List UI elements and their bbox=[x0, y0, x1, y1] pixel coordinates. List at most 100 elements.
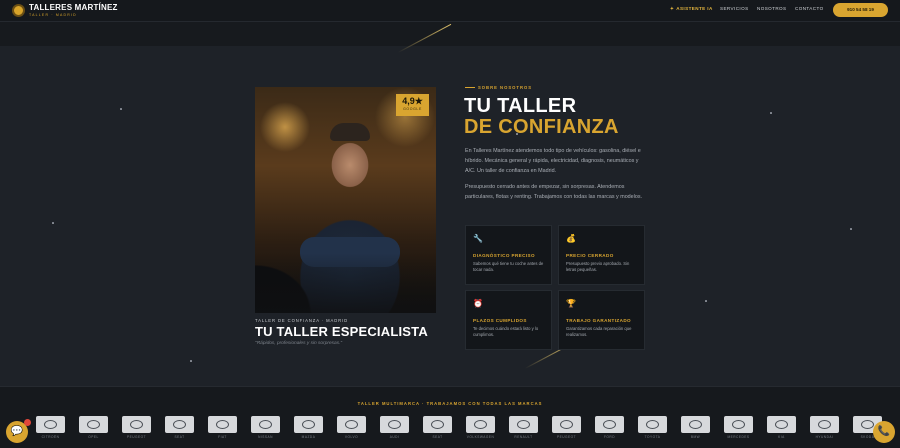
feature-title: PRECIO CERRADO bbox=[566, 253, 614, 258]
brand-logo bbox=[552, 416, 581, 433]
brand-name: SEAT bbox=[174, 435, 185, 439]
feature-card-precio: 💰 PRECIO CERRADO Presupuesto previo apro… bbox=[558, 225, 645, 285]
brand-logo bbox=[724, 416, 753, 433]
trophy-icon: 🏆 bbox=[566, 299, 576, 308]
brand-name: NISSAN bbox=[258, 435, 273, 439]
call-button[interactable]: 910 54 58 19 bbox=[833, 3, 888, 17]
brand-logo bbox=[380, 416, 409, 433]
brand-logo bbox=[681, 416, 710, 433]
brand-logo bbox=[466, 416, 495, 433]
brand-logo bbox=[767, 416, 796, 433]
brand-logo bbox=[810, 416, 839, 433]
brand-name: FORD bbox=[603, 435, 616, 439]
brand-name: TOYOTA bbox=[644, 435, 661, 439]
hero-title: TU TALLER ESPECIALISTA bbox=[255, 324, 428, 339]
brand-logo bbox=[122, 416, 151, 433]
about-title-line1: TU TALLER bbox=[464, 95, 577, 117]
star-dot bbox=[850, 228, 852, 230]
brand-emblem-icon bbox=[173, 420, 186, 429]
photo-overlay bbox=[255, 253, 436, 313]
brand-emblem-icon bbox=[302, 420, 315, 429]
brand-name: RENAULT bbox=[514, 435, 533, 439]
brand-emblem-icon bbox=[517, 420, 530, 429]
about-kicker: SOBRE NOSOTROS bbox=[465, 85, 532, 90]
brand-logo bbox=[638, 416, 667, 433]
notification-badge bbox=[24, 419, 31, 426]
feature-card-plazos: ⏰ PLAZOS CUMPLIDOS Te decimos cuándo est… bbox=[465, 290, 552, 350]
feature-text: Garantizamos cada reparación que realiza… bbox=[566, 326, 632, 338]
brand-logo bbox=[208, 416, 237, 433]
about-paragraph-2: Presupuesto cerrado antes de empezar, si… bbox=[465, 184, 643, 200]
brand-emblem-icon bbox=[603, 420, 616, 429]
brand-name: VOLVO bbox=[344, 435, 359, 439]
star-dot bbox=[52, 222, 54, 224]
brand-logo bbox=[251, 416, 280, 433]
header-band bbox=[0, 22, 900, 46]
phone-icon: 📞 bbox=[877, 426, 891, 437]
brand-emblem-icon bbox=[689, 420, 702, 429]
brand-emblem-icon bbox=[861, 420, 874, 429]
feature-title: PLAZOS CUMPLIDOS bbox=[473, 318, 527, 323]
brand-logo bbox=[509, 416, 538, 433]
chat-icon: 💬 bbox=[10, 426, 24, 437]
brand-name: SEAT bbox=[432, 435, 443, 439]
alarm-clock-icon: ⏰ bbox=[473, 299, 483, 308]
nav-asistente-label: ASISTENTE IA bbox=[676, 6, 713, 11]
feature-card-diagnostico: 🔧 DIAGNÓSTICO PRECISO Sabemos qué tiene … bbox=[465, 225, 552, 285]
brand-name: FIAT bbox=[218, 435, 227, 439]
brand-logo bbox=[595, 416, 624, 433]
brand-logo bbox=[36, 416, 65, 433]
about-paragraph-1: En Talleres Martínez atendemos todo tipo… bbox=[465, 148, 641, 174]
nav-contacto[interactable]: CONTACTO bbox=[795, 6, 824, 11]
brand-name: BMW bbox=[690, 435, 701, 439]
brand-name: MERCEDES bbox=[727, 435, 750, 439]
money-bag-icon: 💰 bbox=[566, 234, 576, 243]
mechanic-photo bbox=[255, 87, 436, 313]
feature-text: Te decimos cuándo estará listo y lo cump… bbox=[473, 326, 539, 338]
brand-emblem-icon bbox=[732, 420, 745, 429]
about-kicker-label: SOBRE NOSOTROS bbox=[478, 85, 533, 90]
phone-call-button[interactable]: 📞 bbox=[873, 421, 895, 443]
hero-kicker: TALLER DE CONFIANZA · MADRID bbox=[255, 318, 349, 323]
star-dot bbox=[120, 108, 122, 110]
rating-value: 4,9★ bbox=[402, 96, 423, 106]
brand-logo bbox=[165, 416, 194, 433]
feature-text: Presupuesto previo aprobado. Sin letras … bbox=[566, 261, 630, 273]
brand-name: KIA bbox=[778, 435, 785, 439]
brand-emblem-icon bbox=[646, 420, 659, 429]
brand-logo bbox=[79, 416, 108, 433]
rating-badge: 4,9★ GOOGLE bbox=[396, 94, 429, 116]
brand-name: MAZDA bbox=[301, 435, 316, 439]
feature-title: TRABAJO GARANTIZADO bbox=[566, 318, 632, 323]
brand-emblem-icon bbox=[130, 420, 143, 429]
feature-card-garantia: 🏆 TRABAJO GARANTIZADO Garantizamos cada … bbox=[558, 290, 645, 350]
brand-name: CITROËN bbox=[41, 435, 60, 439]
brand-emblem-icon bbox=[818, 420, 831, 429]
brand-emblem-icon bbox=[560, 420, 573, 429]
brand-emblem-icon bbox=[775, 420, 788, 429]
brand-name: OPEL bbox=[88, 435, 99, 439]
feature-title: DIAGNÓSTICO PRECISO bbox=[473, 253, 535, 258]
brand-name: PEUGEOT bbox=[126, 435, 147, 439]
brand-emblem-icon bbox=[216, 420, 229, 429]
nav-asistente-ia[interactable]: ✦ ASISTENTE IA bbox=[670, 6, 713, 12]
brand-emblem-icon bbox=[431, 420, 444, 429]
brand-emblem-icon bbox=[44, 420, 57, 429]
wrench-icon: 🔧 bbox=[473, 234, 483, 243]
brand-emblem-icon bbox=[259, 420, 272, 429]
brand-name: AUDI bbox=[389, 435, 400, 439]
brand-emblem-icon bbox=[345, 420, 358, 429]
brand-logo bbox=[294, 416, 323, 433]
brand-name: VOLKSWAGEN bbox=[466, 435, 495, 439]
phone-label: 910 54 58 19 bbox=[847, 7, 874, 12]
main-nav: ✦ ASISTENTE IA SERVICIOS NOSOTROS CONTACT… bbox=[0, 6, 900, 16]
nav-servicios[interactable]: SERVICIOS bbox=[720, 6, 749, 11]
kicker-line bbox=[465, 87, 475, 89]
star-dot bbox=[190, 360, 192, 362]
brand-logo bbox=[423, 416, 452, 433]
brand-logo bbox=[337, 416, 366, 433]
brand-name: PEUGEOT bbox=[556, 435, 577, 439]
hero-quote: "Rápidos, profesionales y sin sorpresas.… bbox=[255, 341, 343, 346]
photo-detail bbox=[330, 123, 370, 141]
nav-nosotros[interactable]: NOSOTROS bbox=[757, 6, 787, 11]
